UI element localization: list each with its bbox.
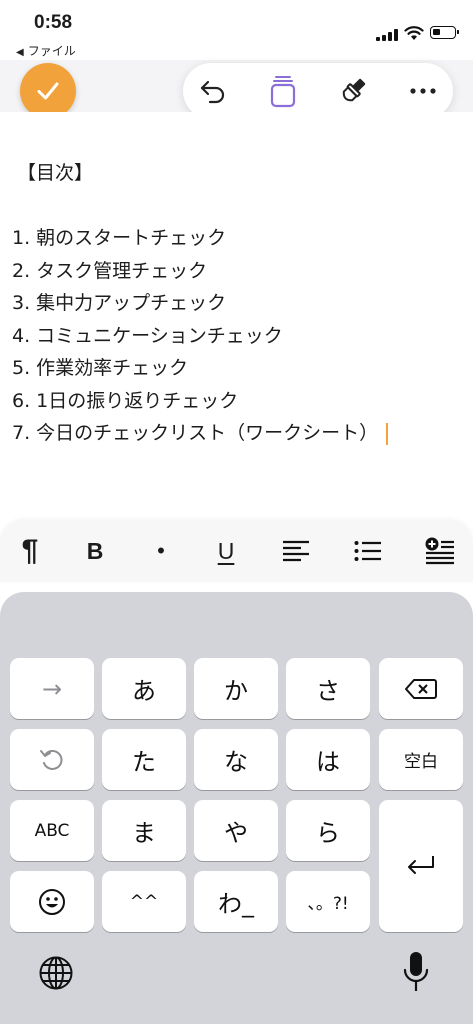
- bullet-list-icon: [354, 541, 381, 561]
- key-delete[interactable]: [379, 658, 463, 719]
- clock: 0:58: [34, 12, 73, 33]
- toc-item: 1. 朝のスタートチェック: [12, 227, 227, 249]
- toc-item-last: 7. 今日のチェックリスト（ワークシート）: [12, 417, 389, 450]
- undo-icon: [200, 80, 225, 104]
- undo-key-icon: [40, 749, 63, 770]
- key-ya[interactable]: や: [194, 800, 278, 861]
- toc-list: 1. 朝のスタートチェック 2. タスク管理チェック 3. 集中力アップチェック…: [12, 222, 389, 450]
- key-wa[interactable]: わ_: [194, 871, 278, 932]
- key-ha[interactable]: は: [286, 729, 370, 790]
- brush-icon: [342, 78, 366, 102]
- copy-icon: [270, 76, 296, 108]
- bold-button[interactable]: B: [67, 520, 123, 582]
- add-block-icon: [425, 537, 454, 565]
- check-icon: [37, 82, 59, 100]
- underline-button[interactable]: U: [198, 520, 254, 582]
- align-left-button[interactable]: [268, 520, 324, 582]
- key-next-arrow[interactable]: →: [10, 658, 94, 719]
- key-ra[interactable]: ら: [286, 800, 370, 861]
- paragraph-style-button[interactable]: ¶: [2, 520, 58, 582]
- key-return[interactable]: [379, 800, 463, 932]
- editor-toolbar: [183, 63, 453, 119]
- key-space[interactable]: 空白: [379, 729, 463, 790]
- copy-button[interactable]: [255, 63, 311, 119]
- key-na[interactable]: な: [194, 729, 278, 790]
- back-arrow-icon: ◀: [16, 47, 24, 58]
- undo-button[interactable]: [185, 63, 241, 119]
- wifi-icon: [404, 26, 424, 40]
- bullet-list-button[interactable]: [340, 520, 396, 582]
- toc-item: 2. タスク管理チェック: [12, 259, 208, 282]
- key-ta[interactable]: た: [102, 729, 186, 790]
- key-kaomoji[interactable]: ^^: [102, 871, 186, 932]
- back-label: ファイル: [27, 44, 76, 58]
- key-punctuation[interactable]: 、。?!: [286, 871, 370, 932]
- globe-icon[interactable]: [38, 955, 74, 991]
- key-ma[interactable]: ま: [102, 800, 186, 861]
- battery-icon: [430, 26, 459, 39]
- done-button[interactable]: [20, 63, 76, 119]
- toc-item: 5. 作業効率チェック: [12, 357, 189, 379]
- cellular-signal-icon: [376, 29, 398, 41]
- more-icon: [410, 88, 436, 94]
- emoji-icon: [39, 888, 65, 915]
- return-icon: [408, 856, 434, 874]
- text-cursor: [386, 422, 389, 445]
- toc-item-text: 7. 今日のチェックリスト（ワークシート）: [12, 422, 379, 444]
- microphone-icon[interactable]: [402, 950, 430, 994]
- align-left-icon: [283, 540, 309, 562]
- toc-item: 3. 集中力アップチェック: [12, 292, 227, 314]
- brush-button[interactable]: [325, 63, 381, 119]
- key-sa[interactable]: さ: [286, 658, 370, 719]
- insert-block-button[interactable]: [412, 520, 468, 582]
- toc-item: 6. 1日の振り返りチェック: [12, 389, 239, 412]
- backspace-icon: [405, 678, 437, 699]
- bullet-button[interactable]: •: [133, 520, 189, 582]
- key-undo[interactable]: [10, 729, 94, 790]
- key-ka[interactable]: か: [194, 658, 278, 719]
- back-to-files[interactable]: ◀ ファイル: [16, 42, 76, 59]
- status-bar: 0:58 ◀ ファイル: [0, 0, 473, 60]
- format-bar: ¶ B • U: [0, 520, 473, 582]
- key-abc[interactable]: ABC: [10, 800, 94, 861]
- toc-heading: 【目次】: [17, 162, 94, 184]
- toc-item: 4. コミュニケーションチェック: [12, 324, 283, 347]
- key-a[interactable]: あ: [102, 658, 186, 719]
- more-button[interactable]: [395, 63, 451, 119]
- key-emoji[interactable]: [10, 871, 94, 932]
